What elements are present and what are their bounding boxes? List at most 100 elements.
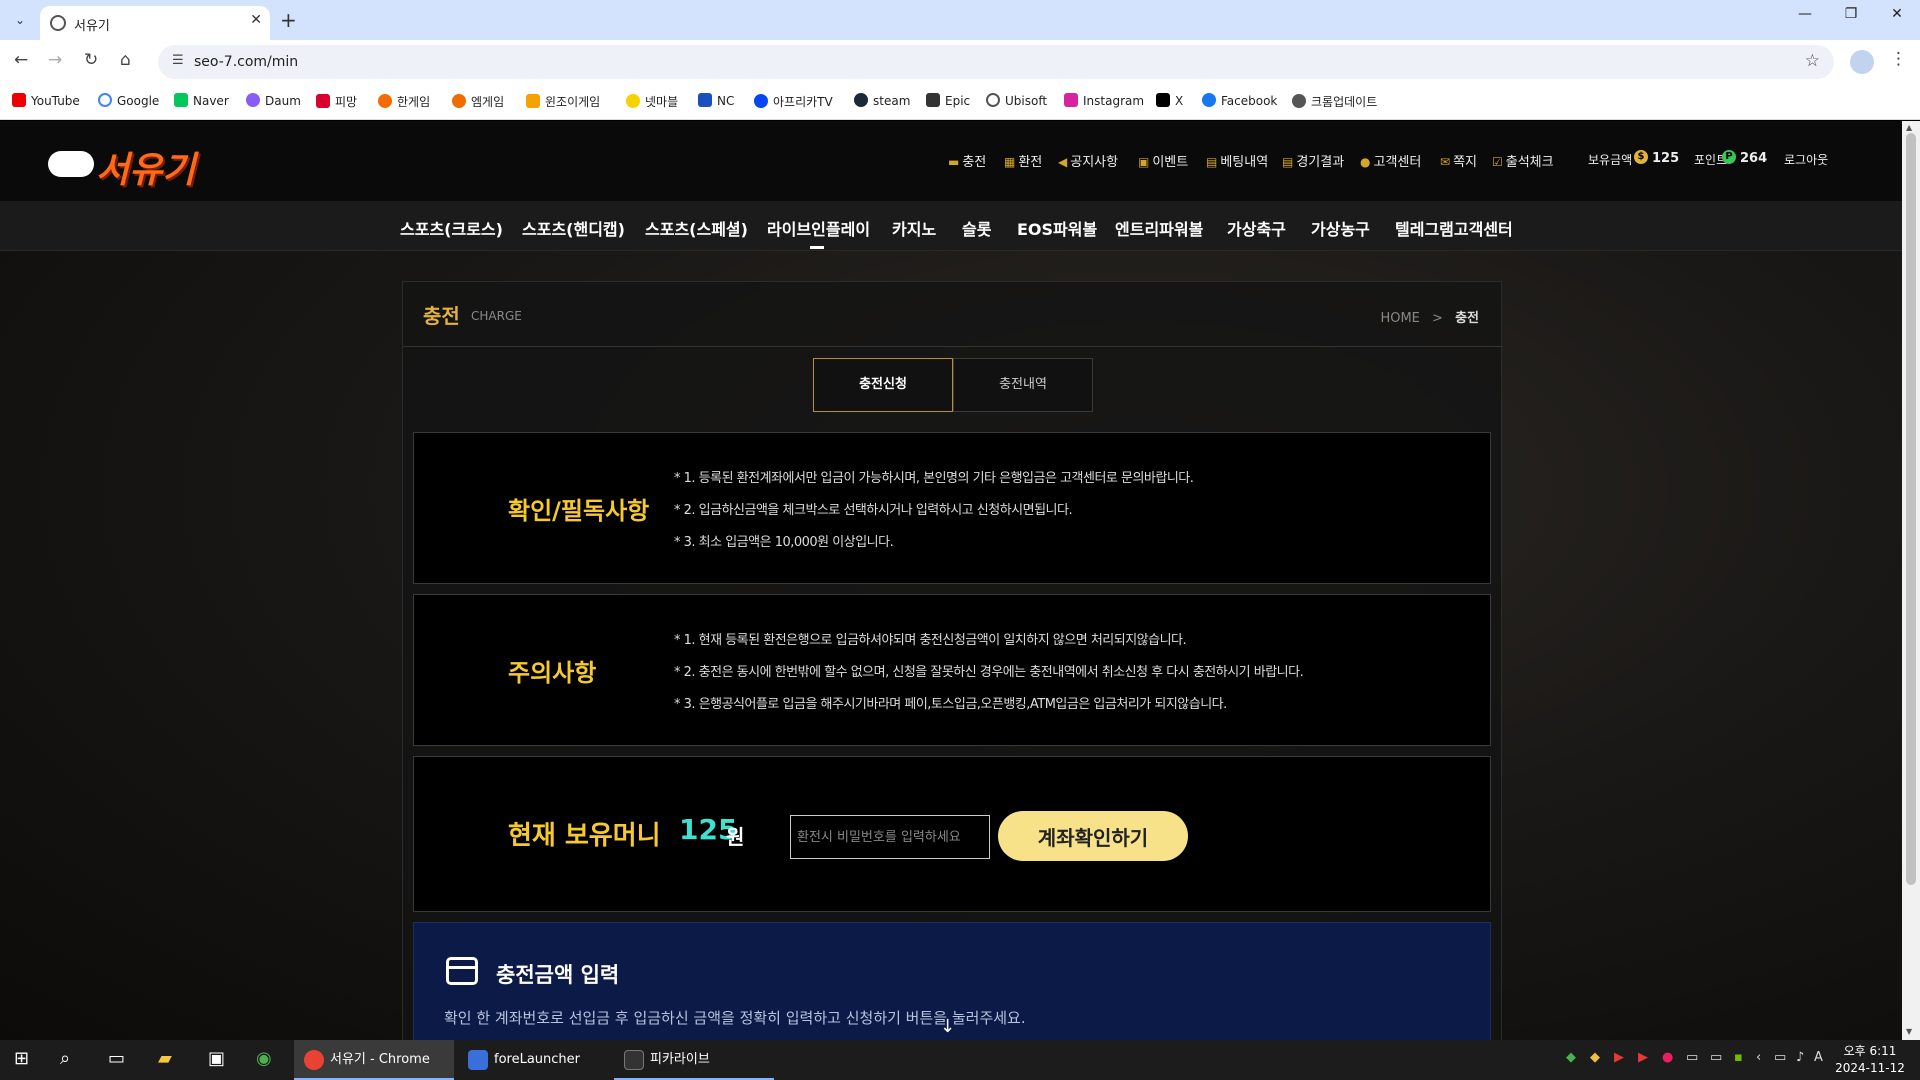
volume-icon[interactable]: ♪ <box>1796 1050 1804 1065</box>
bookmark-facebook[interactable]: Facebook <box>1202 93 1277 108</box>
bookmark-ubisoft[interactable]: Ubisoft <box>986 93 1047 108</box>
site-logo[interactable]: 서유기 <box>96 141 195 193</box>
window-close-icon[interactable]: ✕ <box>1874 6 1920 22</box>
daum-icon <box>246 93 260 107</box>
bookmark-netmarble[interactable]: 넷마블 <box>626 93 678 110</box>
store-icon[interactable]: ▣ <box>208 1048 225 1069</box>
tab-charge-history[interactable]: 충전내역 <box>953 358 1093 412</box>
topmenu-support[interactable]: ● 고객센터 <box>1360 151 1421 170</box>
nav-sports-handicap[interactable]: 스포츠(핸디캡) <box>522 216 625 240</box>
topmenu-message[interactable]: ✉ 쪽지 <box>1440 151 1477 170</box>
browser-tab[interactable]: 서유기 ✕ <box>40 6 270 40</box>
tab-search-chevron-icon[interactable]: ⌄ <box>8 8 32 32</box>
topmenu-event[interactable]: ▣ 이벤트 <box>1138 151 1188 170</box>
home-icon[interactable]: ⌂ <box>120 50 131 70</box>
money-unit: 원 <box>726 825 745 849</box>
nvidia-icon[interactable]: ▪ <box>1734 1050 1743 1065</box>
shield-icon[interactable]: ◆ <box>1566 1050 1576 1065</box>
topmenu-notice[interactable]: ◀ 공지사항 <box>1058 151 1118 170</box>
topmenu-charge[interactable]: ▬ 충전 <box>948 151 986 170</box>
scroll-up-icon[interactable]: ▲ <box>1906 123 1912 132</box>
bookmark-naver[interactable]: Naver <box>174 93 229 108</box>
check-account-button[interactable]: 계좌확인하기 <box>998 811 1188 861</box>
new-tab-plus-icon[interactable]: + <box>280 8 297 32</box>
bookmark-google[interactable]: Google <box>98 93 159 108</box>
bookmark-instagram[interactable]: Instagram <box>1064 93 1144 108</box>
bookmark-hangame[interactable]: 한게임 <box>378 93 430 110</box>
bookmark-mgame[interactable]: 엠게임 <box>452 93 504 110</box>
bookmark-epic[interactable]: Epic <box>926 93 970 108</box>
megaphone-icon: ◀ <box>1058 155 1068 169</box>
topmenu-bet-history[interactable]: ▤ 베팅내역 <box>1206 151 1268 170</box>
tab-close-icon[interactable]: ✕ <box>250 12 262 28</box>
address-bar[interactable]: ☰ seo-7.com/min ☆ <box>158 45 1834 79</box>
scrollbar-thumb[interactable] <box>1906 133 1916 885</box>
menu-kebab-icon[interactable]: ⋮ <box>1890 49 1907 69</box>
tray-app-icon[interactable]: ▭ <box>1686 1050 1698 1065</box>
bookmark-steam[interactable]: steam <box>854 93 910 108</box>
taskbar-app-chrome[interactable]: 서유기 - Chrome <box>294 1040 454 1080</box>
bookmark-nc[interactable]: NC <box>698 93 734 108</box>
topmenu-results[interactable]: ▤ 경기결과 <box>1282 151 1344 170</box>
youtube-icon <box>12 93 26 107</box>
tray-app-icon[interactable]: ● <box>1662 1050 1673 1065</box>
bookmark-daum[interactable]: Daum <box>246 93 301 108</box>
bookmark-pmang[interactable]: 피망 <box>316 93 357 110</box>
file-explorer-icon[interactable]: ▰ <box>158 1048 172 1069</box>
profile-avatar-icon[interactable] <box>1850 50 1874 74</box>
nav-virtual-soccer[interactable]: 가상축구 <box>1227 216 1286 240</box>
bookmark-afreecatv[interactable]: 아프리카TV <box>754 93 833 110</box>
nav-entry-powerball[interactable]: 엔트리파워볼 <box>1115 216 1203 240</box>
ime-icon[interactable]: A <box>1814 1050 1823 1065</box>
chevron-icon[interactable]: ‹ <box>1756 1050 1761 1065</box>
clipboard-icon: ▤ <box>1206 155 1218 169</box>
minimize-icon[interactable]: — <box>1782 6 1828 22</box>
tab-charge-request[interactable]: 충전신청 <box>813 358 953 412</box>
document-icon: ▤ <box>1282 155 1294 169</box>
topmenu-attendance[interactable]: ☑ 출석체크 <box>1492 151 1554 170</box>
x-icon <box>1156 93 1170 107</box>
site-header: 서유기 ▬ 충전 ▦ 환전 ◀ 공지사항 ▣ 이벤트 ▤ 베팅내역 ▤ 경기결과 ● 고객센터… <box>0 121 1902 201</box>
restore-icon[interactable]: ❐ <box>1828 6 1874 22</box>
scroll-down-icon[interactable]: ▼ <box>1906 1027 1912 1036</box>
bookmark-winjoy[interactable]: 윈조이게임 <box>526 93 600 110</box>
topmenu-exchange[interactable]: ▦ 환전 <box>1004 151 1042 170</box>
network-icon[interactable]: ▭ <box>1774 1050 1786 1065</box>
logout-link[interactable]: 로그아웃 <box>1784 151 1828 168</box>
forward-arrow-icon[interactable]: → <box>48 50 62 70</box>
bookmark-star-icon[interactable]: ☆ <box>1805 51 1820 71</box>
caution-heading: 주의사항 <box>508 659 597 687</box>
task-view-icon[interactable]: ▭ <box>108 1048 125 1069</box>
nav-sports-special[interactable]: 스포츠(스페셜) <box>645 216 748 240</box>
nav-telegram-support[interactable]: 텔레그램고객센터 <box>1395 216 1513 240</box>
search-icon[interactable]: ⌕ <box>60 1048 70 1069</box>
chrome-icon[interactable]: ◉ <box>256 1048 272 1069</box>
bookmark-youtube[interactable]: YouTube <box>12 93 80 108</box>
naver-icon <box>174 93 188 107</box>
nav-sports-cross[interactable]: 스포츠(크로스) <box>400 216 503 240</box>
taskbar-app-forelauncher[interactable]: foreLauncher <box>458 1040 608 1080</box>
bookmark-chrome-update[interactable]: 크롬업데이트 <box>1292 93 1377 110</box>
nav-virtual-basketball[interactable]: 가상농구 <box>1311 216 1370 240</box>
page-subtitle: CHARGE <box>471 309 522 323</box>
nav-slot[interactable]: 슬롯 <box>962 216 991 240</box>
taskbar-app-pikalive[interactable]: 피카라이브 <box>614 1040 774 1080</box>
page-scrollbar[interactable]: ▲ ▼ <box>1902 121 1920 1040</box>
nav-eos-powerball[interactable]: EOS파워볼 <box>1017 216 1097 240</box>
scroll-down-arrow-icon[interactable]: ↓ <box>940 1016 955 1037</box>
back-arrow-icon[interactable]: ← <box>14 50 28 70</box>
security-icon[interactable]: ◆ <box>1590 1050 1600 1065</box>
system-clock[interactable]: 오후 6:11 2024-11-12 <box>1830 1043 1910 1077</box>
bookmark-x[interactable]: X <box>1156 93 1183 108</box>
money-label: 현재 보유머니 <box>508 821 661 851</box>
site-info-icon[interactable]: ☰ <box>172 53 184 68</box>
tray-app-icon[interactable]: ▭ <box>1710 1050 1722 1065</box>
breadcrumb-home[interactable]: HOME <box>1380 311 1419 326</box>
exchange-password-input[interactable] <box>790 815 990 859</box>
tray-app-icon[interactable]: ▶ <box>1638 1050 1648 1065</box>
nav-live-inplay[interactable]: 라이브인플레이 <box>767 216 870 240</box>
windows-start-icon[interactable]: ⊞ <box>14 1048 29 1069</box>
nav-casino[interactable]: 카지노 <box>892 216 936 240</box>
tray-app-icon[interactable]: ▶ <box>1614 1050 1624 1065</box>
reload-icon[interactable]: ↻ <box>84 50 98 70</box>
